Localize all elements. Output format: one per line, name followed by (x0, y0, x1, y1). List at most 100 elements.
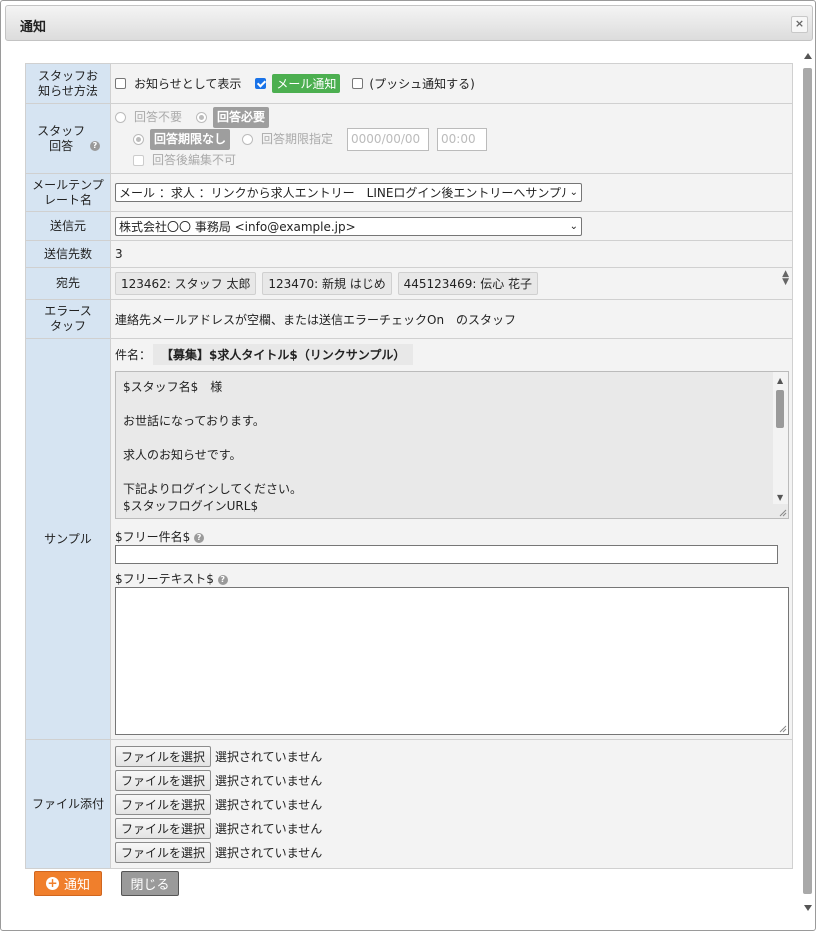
reply-required-label: 回答必要 (213, 107, 270, 128)
no-reply-radio[interactable] (115, 112, 126, 123)
mail-template-value: メール ：求人 ：リンクから求人エントリー LINEログイン後エントリーへサンプ… (119, 186, 566, 200)
file-status: 選択されていません (215, 845, 323, 860)
body-line (123, 430, 302, 447)
sample-cell: 件名： 【募集】$求人タイトル$（リンクサンプル） $スタッフ名$ 様 お世話に… (110, 338, 793, 740)
choose-file-button[interactable]: ファイルを選択 (115, 817, 212, 839)
file-input-row: ファイルを選択 選択されていません (115, 817, 788, 839)
help-icon[interactable]: ? (217, 574, 228, 585)
label-recipients: 宛先 (25, 267, 111, 300)
dialog-titlebar: 通知 × (5, 5, 813, 41)
sample-body-scrollbar[interactable]: ▲ ▼ (773, 372, 788, 504)
file-status: 選択されていません (215, 773, 323, 788)
form-content: スタッフお知らせ方法 お知らせとして表示 メール通知 (プッシュ通知する) スタ… (25, 63, 793, 869)
scroll-up-icon[interactable]: ▲ (777, 376, 783, 385)
label-text: スタッフ回答 (37, 123, 86, 153)
no-deadline-label: 回答期限なし (150, 129, 231, 150)
label-attachment: ファイル添付 (25, 739, 111, 869)
free-subject-label: $フリー件名$ (115, 530, 191, 544)
scrollbar-thumb[interactable] (803, 68, 812, 894)
free-text-label: $フリーテキスト$ (115, 572, 214, 586)
chevron-down-icon: ⌄ (569, 220, 578, 232)
file-input-row: ファイルを選択 選択されていません (115, 745, 788, 767)
notify-form-table: スタッフお知らせ方法 お知らせとして表示 メール通知 (プッシュ通知する) スタ… (25, 63, 793, 869)
no-edit-after-label: 回答後編集不可 (152, 153, 237, 167)
help-icon[interactable]: ? (194, 532, 205, 543)
deadline-date-input[interactable]: 0000/00/00 (347, 128, 430, 151)
staff-notice-method-cell: お知らせとして表示 メール通知 (プッシュ通知する) (110, 63, 793, 104)
label-mail-template: メールテンプレート名 (25, 173, 111, 212)
label-text: 送信元 (49, 218, 86, 233)
notify-button[interactable]: + 通知 (34, 871, 102, 896)
body-line (123, 464, 302, 481)
choose-file-button[interactable]: ファイルを選択 (115, 769, 212, 791)
show-as-notice-checkbox[interactable] (115, 78, 126, 89)
sample-body-textarea[interactable]: $スタッフ名$ 様 お世話になっております。 求人のお知らせです。 下記よりログ… (115, 371, 789, 519)
recipient-chip[interactable]: 445123469: 伝心 花子 (397, 272, 539, 295)
scrollbar-thumb[interactable] (776, 390, 784, 428)
dialog-title: 通知 (20, 20, 47, 35)
label-staff-notice-method: スタッフお知らせ方法 (25, 63, 111, 104)
scroll-down-icon[interactable]: ▼ (777, 493, 783, 502)
close-button[interactable]: 閉じる (121, 871, 179, 896)
resize-grip-icon[interactable] (779, 725, 787, 733)
body-line: $スタッフ名$ 様 (123, 380, 223, 394)
send-count-value: 3 (110, 240, 793, 268)
free-text-textarea[interactable] (115, 587, 789, 735)
file-input-row: ファイルを選択 選択されていません (115, 769, 788, 791)
recipient-chip[interactable]: 123462: スタッフ 太郎 (115, 272, 257, 295)
free-subject-label-row: $フリー件名$ ? (115, 528, 788, 544)
scroll-arrows-icon[interactable]: ▲ ▼ (782, 270, 789, 287)
mail-notify-checkbox[interactable] (255, 78, 267, 89)
label-text: エラースタッフ (44, 304, 92, 333)
recipient-chip[interactable]: 123470: 新規 はじめ (262, 272, 392, 295)
choose-file-button[interactable]: ファイルを選択 (115, 745, 212, 767)
push-notify-checkbox[interactable] (352, 78, 364, 89)
sender-cell: 株式会社〇〇 事務局 <info@example.jp> ⌄ (110, 211, 793, 241)
sender-value: 株式会社〇〇 事務局 <info@example.jp> (119, 219, 356, 234)
scroll-up-icon[interactable] (804, 53, 812, 59)
mail-template-cell: メール ：求人 ：リンクから求人エントリー LINEログイン後エントリーへサンプ… (110, 173, 793, 212)
chevron-down-icon: ⌄ (569, 187, 578, 198)
show-as-notice-label: お知らせとして表示 (134, 77, 242, 91)
plus-circle-icon: + (45, 876, 59, 890)
label-text: 宛先 (55, 276, 80, 290)
label-text: スタッフお知らせ方法 (37, 68, 98, 98)
label-text: メールテンプレート名 (32, 177, 104, 207)
no-edit-after-checkbox[interactable] (133, 155, 144, 166)
scroll-down-icon[interactable] (804, 905, 812, 911)
choose-file-button[interactable]: ファイルを選択 (115, 793, 212, 815)
help-icon[interactable]: ? (89, 141, 100, 151)
reply-required-radio[interactable] (196, 112, 208, 123)
deadline-time-input[interactable]: 00:00 (437, 128, 488, 151)
resize-grip-icon[interactable] (779, 509, 787, 517)
notify-dialog: 通知 × スタッフお知らせ方法 お知らせとして表示 メール通知 (プッシュ通知す… (0, 0, 816, 931)
deadline-specified-label: 回答期限指定 (261, 132, 334, 146)
file-input-row: ファイルを選択 選択されていません (115, 793, 788, 815)
mail-notify-label: メール通知 (272, 74, 341, 93)
label-text: ファイル添付 (31, 796, 104, 811)
staff-reply-cell: 回答不要 回答必要 回答期限なし 回答期限指定 0000/00/00 00:00 (110, 103, 793, 174)
close-icon[interactable]: × (791, 16, 808, 33)
mail-template-select[interactable]: メール ：求人 ：リンクから求人エントリー LINEログイン後エントリーへサンプ… (115, 183, 582, 202)
label-text: 送信先数 (43, 246, 92, 261)
file-status: 選択されていません (215, 749, 323, 764)
dialog-footer: + 通知 閉じる (25, 859, 785, 919)
dialog-scrollbar[interactable] (801, 53, 815, 911)
body-line: 求人のお知らせです。 (123, 448, 242, 462)
no-deadline-radio[interactable] (133, 134, 144, 145)
deadline-specified-radio[interactable] (242, 134, 254, 145)
push-notify-label: (プッシュ通知する) (369, 77, 475, 91)
body-line: $スタッフログインURL$ (123, 499, 259, 513)
error-staff-value: 連絡先メールアドレスが空欄、または送信エラーチェックOn のスタッフ (110, 299, 793, 339)
label-sender: 送信元 (25, 211, 111, 241)
no-reply-label: 回答不要 (134, 110, 183, 124)
subject-label: 件名： (115, 347, 152, 362)
attachment-cell: ファイルを選択 選択されていません ファイルを選択 選択されていません ファイルを選… (110, 739, 793, 869)
body-line: お世話になっております。 (123, 414, 265, 428)
label-send-count: 送信先数 (25, 240, 111, 268)
label-text: サンプル (44, 531, 92, 546)
sender-select[interactable]: 株式会社〇〇 事務局 <info@example.jp> ⌄ (115, 216, 582, 236)
recipients-cell: 123462: スタッフ 太郎 123470: 新規 はじめ 445123469… (110, 267, 793, 300)
sample-body-text: $スタッフ名$ 様 お世話になっております。 求人のお知らせです。 下記よりログ… (123, 379, 302, 515)
free-subject-input[interactable] (115, 545, 778, 564)
